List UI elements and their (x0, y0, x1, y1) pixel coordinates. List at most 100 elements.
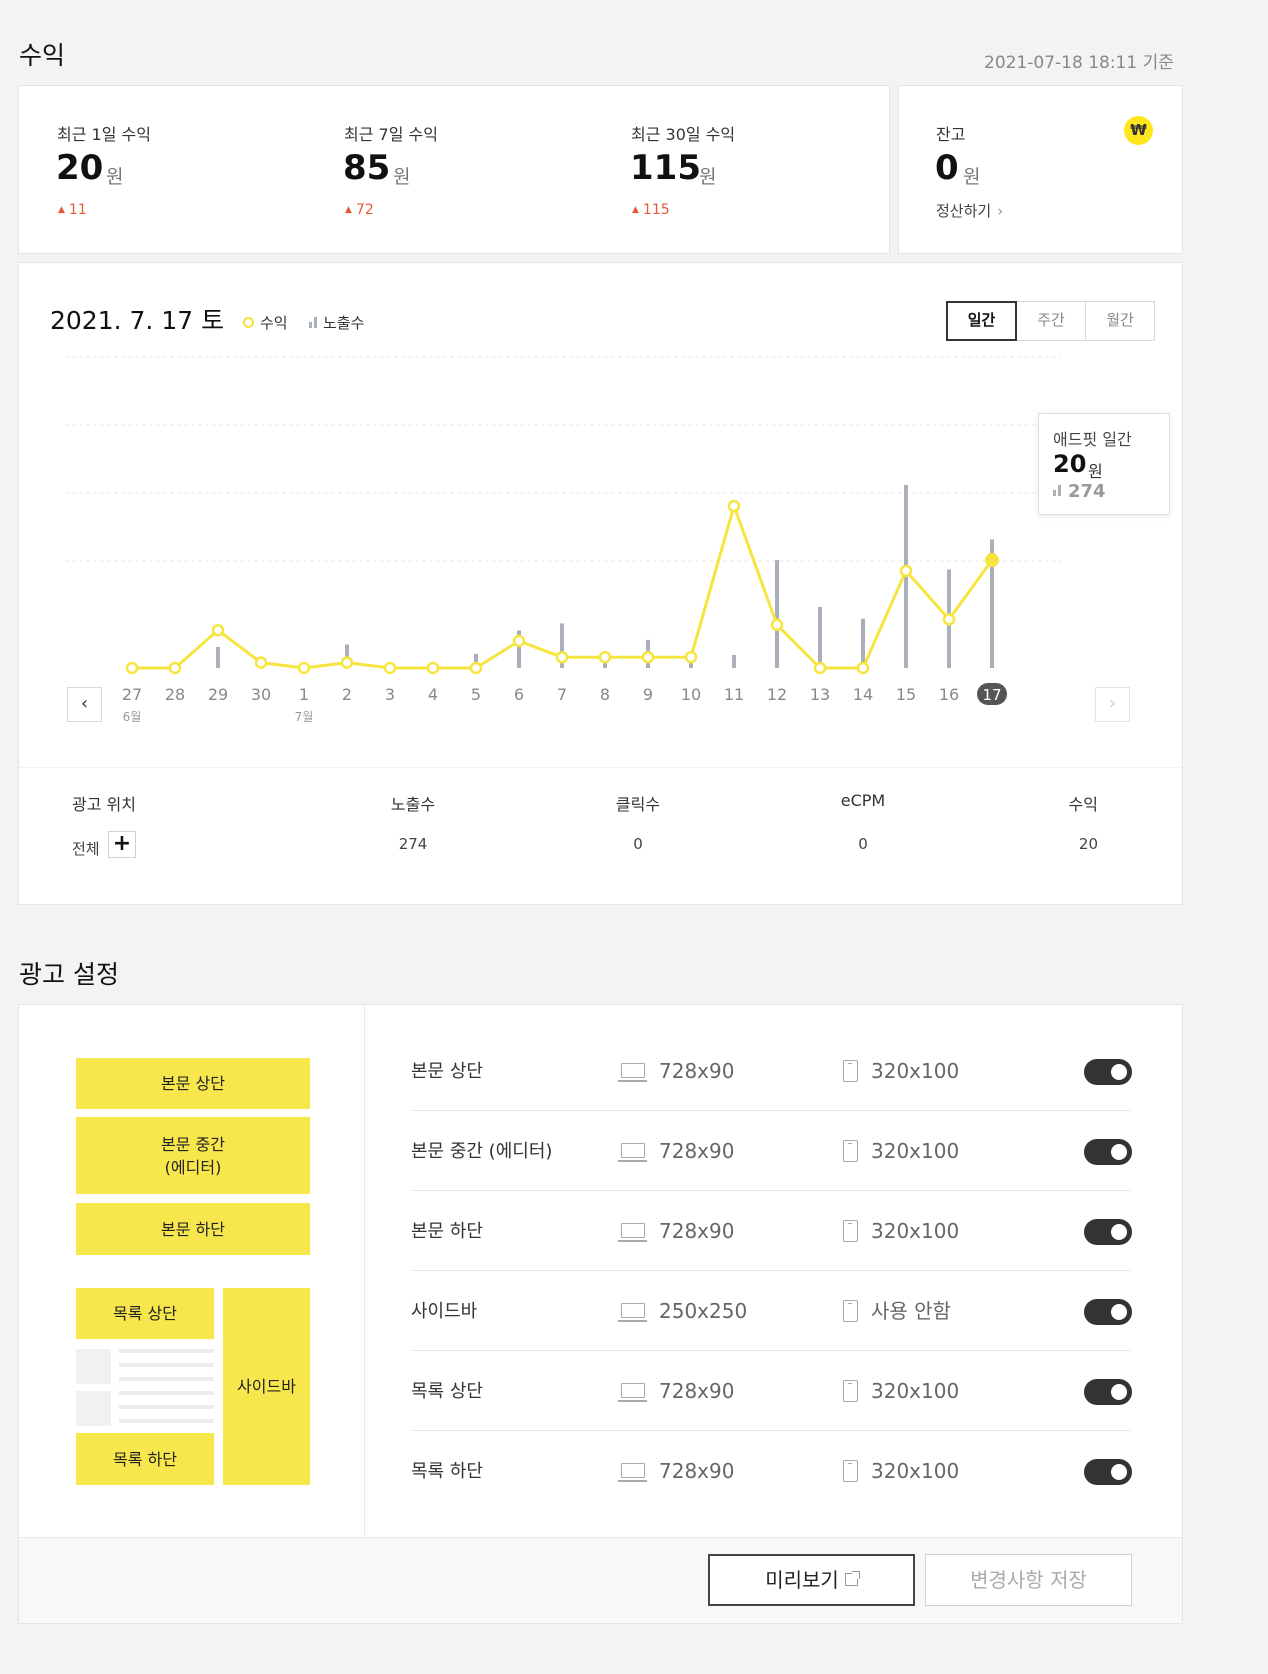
diagram-list-line (119, 1405, 214, 1409)
revenue-point (555, 650, 569, 664)
tab-daily[interactable]: 일간 (946, 301, 1017, 341)
preview-button-label: 미리보기 (765, 1568, 839, 1592)
stat-30day-delta: 115 (632, 202, 670, 218)
won-icon: ₩ (1124, 116, 1153, 145)
stat-30day-unit: 원 (699, 166, 717, 188)
setting-row-body-top: 본문 상단 728x90 320x100 (411, 1032, 1132, 1111)
revenue-point (813, 661, 827, 675)
x-tick-label: 13 (810, 685, 830, 704)
setting-row-pc-size: 728x90 (659, 1219, 735, 1243)
setting-toggle-body-middle[interactable] (1084, 1139, 1132, 1165)
ad-settings-list: 본문 상단 728x90 320x100 본문 중간 (에디터) 728x90 … (411, 1032, 1132, 1512)
stat-7day-unit: 원 (393, 166, 411, 188)
x-tick-label: 30 (251, 685, 271, 704)
x-tick-label: 1 (299, 685, 309, 704)
revenue-point (727, 499, 741, 513)
chart-prev-button[interactable]: ‹ (67, 687, 102, 722)
monitor-icon (618, 1303, 647, 1322)
setting-row-name: 사이드바 (411, 1301, 478, 1322)
revenue-point (770, 618, 784, 632)
setting-row-mobile-size: 320x100 (871, 1139, 960, 1163)
diagram-body-middle-line1: 본문 중간 (161, 1134, 225, 1154)
revenue-point (297, 661, 311, 675)
revenue-point (856, 661, 870, 675)
diagram-list-line (119, 1363, 214, 1367)
setting-row-pc-size: 728x90 (659, 1139, 735, 1163)
ad-settings-title: 광고 설정 (19, 960, 119, 989)
expand-plus-button[interactable]: + (108, 831, 136, 858)
mobile-icon (843, 1380, 858, 1402)
tooltip-bar-icon (1053, 485, 1061, 496)
setting-toggle-list-top[interactable] (1084, 1379, 1132, 1405)
x-tick-label: 10 (681, 685, 701, 704)
stat-7day-label: 최근 7일 수익 (344, 125, 438, 144)
x-tick-label: 16 (939, 685, 959, 704)
x-tick-label: 9 (643, 685, 653, 704)
external-link-icon (844, 1571, 860, 1586)
stat-30day-label: 최근 30일 수익 (631, 125, 736, 144)
revenue-point (641, 650, 655, 664)
mobile-icon (843, 1060, 858, 1082)
stat-1day-unit: 원 (106, 166, 124, 188)
mobile-icon (843, 1300, 858, 1322)
x-tick-label: 6 (514, 685, 524, 704)
x-tick-label: 27 (122, 685, 142, 704)
diagram-body-bottom: 본문 하단 (76, 1203, 310, 1255)
setting-row-mobile-size: 사용 안함 (871, 1299, 951, 1323)
setting-row-mobile-size: 320x100 (871, 1219, 960, 1243)
revenue-point (469, 661, 483, 675)
x-tick-label: 15 (896, 685, 916, 704)
x-tick-label: 2 (342, 685, 352, 704)
revenue-point (211, 623, 225, 637)
tooltip-impressions: 274 (1068, 481, 1106, 502)
revenue-point (426, 661, 440, 675)
setting-row-pc-size: 728x90 (659, 1379, 735, 1403)
setting-toggle-body-bottom[interactable] (1084, 1219, 1132, 1245)
revenue-point (125, 661, 139, 675)
preview-button[interactable]: 미리보기 (708, 1554, 915, 1606)
stat-1day-delta: 11 (58, 202, 87, 218)
setting-row-list-top: 목록 상단 728x90 320x100 (411, 1352, 1132, 1431)
diagram-list-thumb (76, 1349, 111, 1384)
settle-link[interactable]: 정산하기 › (936, 200, 1003, 221)
x-tick-label: 12 (767, 685, 787, 704)
stat-30day-value: 115 (630, 148, 701, 188)
th-clicks-label: 클릭수 (615, 795, 661, 814)
diagram-list-bottom: 목록 하단 (76, 1433, 214, 1485)
diagram-list-line (119, 1349, 214, 1353)
stat-7day-value: 85 (343, 148, 391, 188)
revenue-point (254, 656, 268, 669)
th-ad-position: 광고 위치 (72, 795, 136, 814)
row-name: 전체 (72, 840, 100, 858)
th-ecpm-label: eCPM (840, 791, 886, 810)
x-month-label: 6월 (123, 710, 142, 724)
table-divider (19, 767, 1182, 768)
setting-toggle-list-bottom[interactable] (1084, 1459, 1132, 1485)
chart-next-button[interactable]: › (1095, 687, 1130, 722)
impression-bar (216, 646, 220, 668)
balance-unit: 원 (963, 166, 981, 188)
row-revenue-value: 20 (1078, 835, 1098, 853)
balance-value: 0 (935, 148, 959, 188)
revenue-section-title: 수익 (19, 41, 66, 70)
revenue-point (684, 650, 698, 664)
mobile-icon (843, 1460, 858, 1482)
row-clicks-value: 0 (633, 835, 643, 853)
setting-row-mobile-size: 320x100 (871, 1059, 960, 1083)
tooltip-title: 애드핏 일간 (1053, 430, 1132, 449)
setting-toggle-sidebar[interactable] (1084, 1299, 1132, 1325)
th-impressions-label: 노출수 (390, 795, 436, 814)
chevron-right-icon: › (997, 202, 1004, 220)
revenue-timestamp: 2021-07-18 18:11 기준 (984, 53, 1174, 73)
revenue-point (512, 634, 526, 648)
setting-row-pc-size: 728x90 (659, 1059, 735, 1083)
diagram-list-line (119, 1377, 214, 1381)
diagram-body-top: 본문 상단 (76, 1058, 310, 1109)
x-tick-label: 17 (982, 686, 1001, 704)
revenue-stats-card: 최근 1일 수익 20 원 11 최근 7일 수익 85 원 72 최근 30일… (18, 85, 890, 254)
setting-toggle-body-top[interactable] (1084, 1059, 1132, 1085)
stat-1day-label: 최근 1일 수익 (57, 125, 151, 144)
diagram-body-middle: 본문 중간 (에디터) (76, 1117, 310, 1194)
save-changes-button[interactable]: 변경사항 저장 (925, 1554, 1132, 1606)
impression-bar (732, 654, 736, 668)
